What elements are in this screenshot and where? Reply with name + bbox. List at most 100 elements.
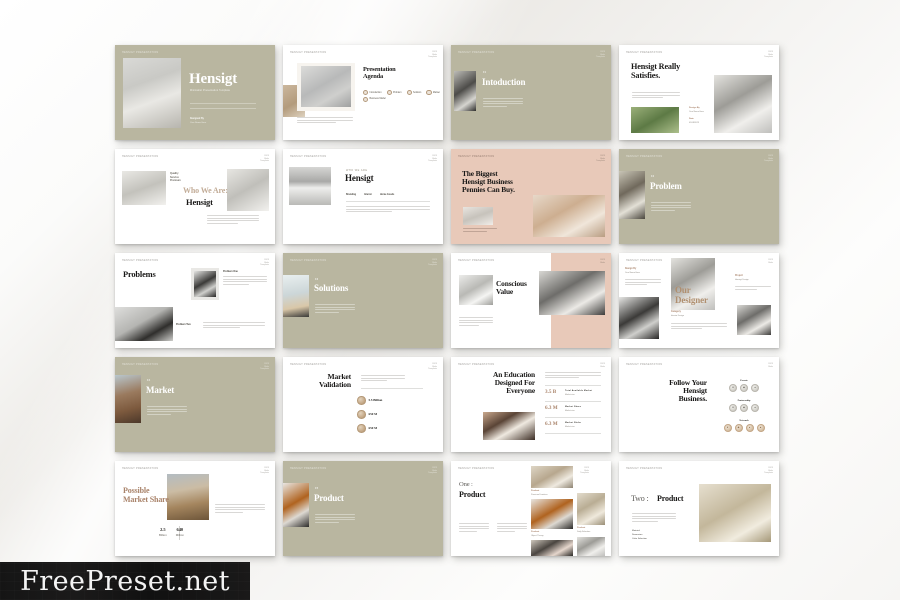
slide-corner-meta: 2023 Slide [600,363,605,368]
agenda-item[interactable]: Problem [386,90,402,96]
slide-corner-meta: 2023 Slide Template [764,51,773,59]
photo-vase [227,169,269,211]
body-copy-lines [625,279,661,287]
slide-header-mark: Hensigt Presentation [122,51,159,54]
slide-thumbnail-market-share[interactable]: Hensigt Presentation 2023 Slide Template… [115,461,275,556]
tag[interactable]: Home Goods [380,194,394,196]
body-copy-lines [223,276,267,287]
partnership-icon[interactable]: ◆ [740,403,748,412]
agenda-item[interactable]: Market [426,90,440,96]
slide-thumbnail-cover[interactable]: Hensigt Presentation Hensigt Minimalist … [115,45,275,140]
slide-thumbnail-product[interactable]: Hensigt Presentation 2023 Slide Template… [283,461,443,556]
tag[interactable]: Interior [364,194,372,196]
network-icon[interactable]: ★ [723,423,732,432]
agenda-item[interactable]: Solution [406,90,421,96]
slide-header-mark: Hensigt Presentation [626,363,663,366]
slide-thumbnail-who-we-are[interactable]: Hensigt Presentation 2023 Slide Template… [115,149,275,244]
slide-thumbnail-conscious-value[interactable]: Hensigt Presentation 2023 Slide Consciou… [451,253,611,348]
network-icon[interactable]: ● [745,423,754,432]
partnership-icon[interactable]: ★ [729,403,737,412]
product-one-title: Product [459,490,486,499]
body-copy-lines [671,323,727,331]
stat-row: 650 M [357,410,377,419]
product-two-meta: Material Dimension Color Selection [632,530,647,540]
agenda-item[interactable]: Introduction [363,90,382,96]
solutions-title: Solutions [314,283,349,293]
slide-thumbnail-market[interactable]: Hensigt Presentation 2023 Slide Template… [115,357,275,452]
bullet-dot-icon [363,96,369,102]
cover-title: Hensigt [189,71,238,87]
who-we-are-kicker: Who We Are: [183,186,228,195]
slide-thumbnail-satisfies[interactable]: Hensigt Presentation 2023 Slide Template… [619,45,779,140]
slide-thumbnail-problem[interactable]: Hensigt Presentation 2023 Slide Template… [619,149,779,244]
biggest-business-title: The Biggest Hensigt Business Pennies Can… [462,169,515,194]
slide-thumbnail-problems[interactable]: Hensigt Presentation 2023 Slide Template… [115,253,275,348]
slide-header-mark: Hensigt Presentation [458,155,495,158]
slide-thumbnail-product-one[interactable]: Hensigt Presentation 2023 Slide Template… [451,461,611,556]
slide-thumbnail-solutions[interactable]: Hensigt Presentation 2023 Slide Template… [283,253,443,348]
partnership-icon[interactable]: ● [751,403,759,412]
slide-corner-meta: 2023 Slide Template [596,155,605,163]
body-copy-lines [207,215,259,226]
coin-icon [357,424,366,433]
photo-studio [699,484,771,542]
slide-thumbnail-agenda[interactable]: Hensigt Presentation 2023 Slide Template… [283,45,443,140]
event-icon[interactable]: ★ [729,383,737,392]
tag[interactable]: Branding [346,194,356,196]
meta-value: Object Theory [531,535,544,537]
meta-label: Category [671,311,681,313]
satisfies-title: Hensigt Really Satisfies. [631,62,681,80]
slide-header-mark: Hensigt Presentation [290,259,327,262]
slide-thumbnail-biggest-business[interactable]: Hensigt Presentation 2023 Slide Template… [451,149,611,244]
photo-archway [539,271,605,315]
introduction-title: Intoduction [482,77,526,87]
event-icon[interactable]: ◆ [740,383,748,392]
body-copy-lines [459,523,489,534]
network-icon[interactable]: ◆ [734,423,743,432]
slide-thumbnail-our-designer[interactable]: Hensigt Presentation 2023 Slide Design B… [619,253,779,348]
conscious-value-title: Conscious Value [496,279,527,296]
product-two-prefix: Two : [631,494,649,503]
photo-interior [714,75,772,133]
body-copy-lines [315,304,355,315]
slide-thumbnail-education[interactable]: Hensigt Presentation 2023 Slide An Educa… [451,357,611,452]
product-title: Product [314,493,344,503]
photo-basin [289,167,331,205]
slide-thumbnail-introduction[interactable]: Hensigt Presentation 2023 Slide Template… [451,45,611,140]
photo-interior-small [577,537,605,556]
slide-header-mark: Hensigt Presentation [626,155,663,158]
tag-row: Branding Interior Home Goods [346,194,394,196]
slide-thumbnail-hensigt-tags[interactable]: Hensigt Presentation 2023 Slide Template… [283,149,443,244]
education-title: An Education Designed For Everyone [493,370,535,395]
agenda-item[interactable]: Business Model [363,96,386,102]
slide-thumbnail-market-validation[interactable]: Hensigt Presentation 2023 Slide Template… [283,357,443,452]
follow-title: Follow Your Hensigt Business. [669,378,707,404]
photo-chair [531,499,573,529]
meta-label: Product [531,531,540,533]
slide-header-mark: Hensigt Presentation [458,363,495,366]
stat-value: 6.3 M [545,421,558,427]
slide-corner-meta: 2023 Slide Template [260,259,269,267]
slide-header-mark: Hensigt Presentation [122,467,159,470]
photo-chair-orange [283,483,309,527]
meta-value: 01/08/2023 [689,122,700,124]
photo-chair [194,271,216,297]
agenda-title: Presentation Agenda [363,66,396,80]
body-copy-lines [735,286,771,291]
body-copy-lines [346,206,430,214]
slide-header-mark: Hensigt Presentation [458,259,495,262]
body-copy-lines [497,523,527,534]
photo-detail [737,305,771,335]
event-icon[interactable]: ● [751,383,759,392]
problem-title: Problem [650,181,682,191]
market-share-title: Possible Market Share [123,486,169,504]
coin-icon [357,410,366,419]
slide-thumbnail-product-two[interactable]: Hensigt Presentation 2023 Slide Template… [619,461,779,556]
slide-header-mark: Hensigt Presentation [626,259,663,262]
slide-corner-meta: 2023 Slide Template [764,467,773,475]
problem-two-label: Problem Two [176,323,191,326]
slide-thumbnail-follow[interactable]: Hensigt Presentation 2023 Slide Follow Y… [619,357,779,452]
network-icon[interactable]: ▲ [756,423,765,432]
photo-boat [167,474,209,520]
bullet-dot-icon [386,90,392,96]
